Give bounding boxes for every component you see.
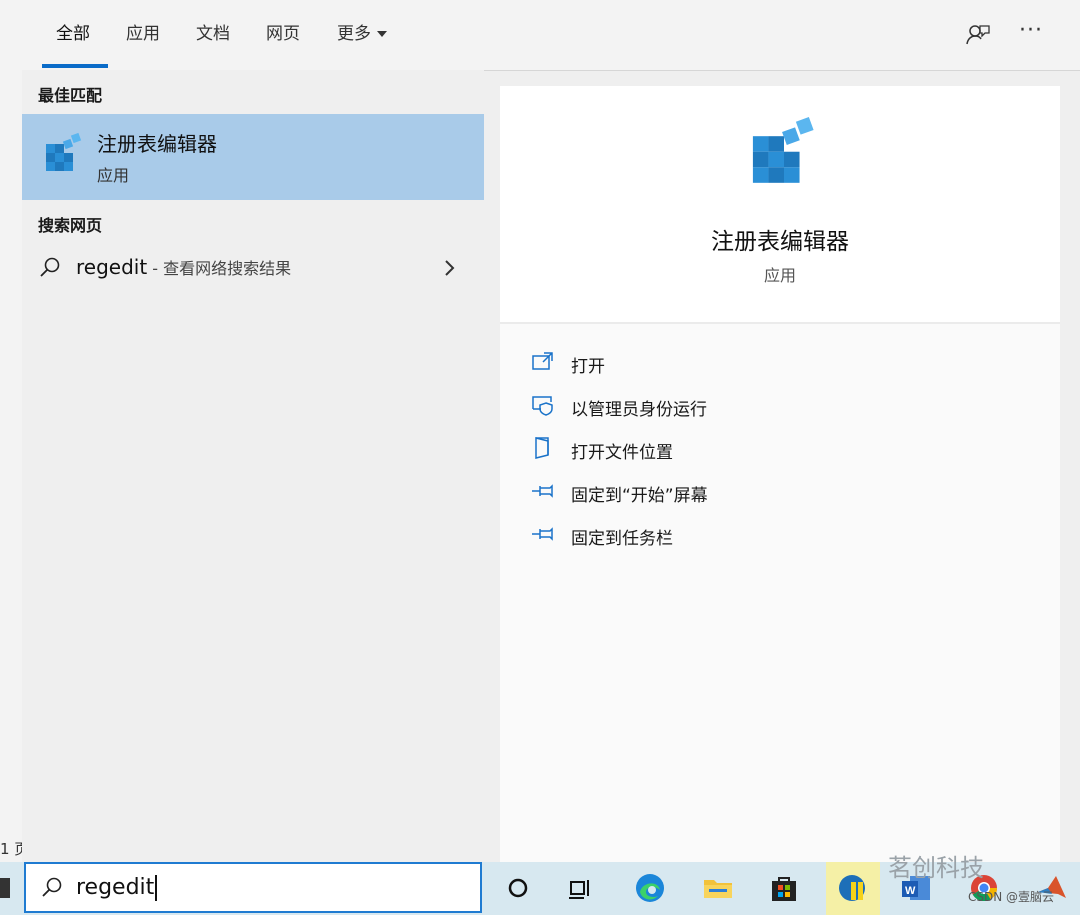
search-icon (40, 876, 64, 900)
search-input[interactable]: regedit (76, 875, 158, 901)
cortana-icon[interactable] (500, 870, 536, 906)
results-list: 最佳匹配 注册表编辑器 应用 搜索网页 regedit - 查看网络搜索结果 (22, 70, 484, 862)
web-search-heading: 搜索网页 (38, 216, 103, 235)
chevron-right-icon (442, 258, 458, 278)
tab-apps[interactable]: 应用 (126, 22, 160, 52)
action-open-file-location-label: 打开文件位置 (571, 443, 673, 463)
best-match-item[interactable]: 注册表编辑器 应用 (22, 114, 484, 200)
feedback-icon[interactable] (963, 20, 993, 50)
file-location-icon (530, 436, 556, 460)
registry-editor-icon (42, 130, 86, 174)
preview-app-title: 注册表编辑器 (711, 229, 849, 255)
web-search-item[interactable]: regedit - 查看网络搜索结果 (22, 248, 484, 288)
active-tab-indicator (42, 64, 108, 68)
tab-bar: 全部 应用 文档 网页 更多 ··· (22, 0, 1080, 71)
tab-more-label: 更多 (337, 24, 371, 44)
background-window (0, 0, 23, 915)
app-icon[interactable] (835, 870, 871, 906)
pin-icon (530, 522, 556, 546)
action-pin-to-taskbar-label: 固定到任务栏 (571, 529, 673, 549)
run-as-admin-icon (530, 393, 556, 417)
preview-header: 注册表编辑器 应用 (500, 86, 1060, 324)
edge-icon[interactable] (632, 870, 668, 906)
web-search-description: - 查看网络搜索结果 (147, 259, 292, 278)
store-icon[interactable] (766, 870, 802, 906)
best-match-title: 注册表编辑器 (97, 132, 217, 156)
watermark-sub: CSDN @壹脑云 (968, 890, 1055, 904)
search-icon (38, 256, 62, 280)
web-search-text: regedit - 查看网络搜索结果 (76, 255, 291, 279)
text-cursor (155, 875, 158, 901)
watermark: 茗创科技 (888, 854, 984, 882)
best-match-heading: 最佳匹配 (38, 86, 103, 105)
tab-all[interactable]: 全部 (56, 22, 90, 52)
search-input-value: regedit (76, 875, 155, 900)
taskbar-search-box[interactable]: regedit (24, 862, 482, 913)
open-icon (530, 350, 556, 374)
file-explorer-icon[interactable] (700, 870, 736, 906)
pin-icon (530, 479, 556, 503)
web-search-query: regedit (76, 255, 148, 279)
search-panel: 全部 应用 文档 网页 更多 ··· 最佳匹配 注册表编辑器 应用 搜索网页 r… (22, 0, 1080, 862)
best-match-subtitle: 应用 (97, 166, 130, 185)
action-pin-to-start-label: 固定到“开始”屏幕 (571, 486, 708, 506)
registry-editor-large-icon (746, 112, 822, 188)
tab-more[interactable]: 更多 (337, 22, 387, 52)
svg-text:W: W (905, 885, 916, 897)
action-open-label: 打开 (571, 357, 605, 377)
tab-documents[interactable]: 文档 (196, 22, 230, 52)
start-button-edge[interactable] (0, 878, 10, 898)
ellipsis-icon[interactable]: ··· (1019, 18, 1049, 48)
chevron-down-icon (377, 31, 387, 37)
action-run-as-admin-label: 以管理员身份运行 (571, 400, 707, 420)
tab-web[interactable]: 网页 (266, 22, 300, 52)
preview-pane: 注册表编辑器 应用 打开 以管理员身份运行 打开文件位置 固定到“开始”屏幕 固… (500, 86, 1060, 862)
preview-app-subtitle: 应用 (763, 266, 796, 285)
task-view-icon[interactable] (562, 870, 598, 906)
